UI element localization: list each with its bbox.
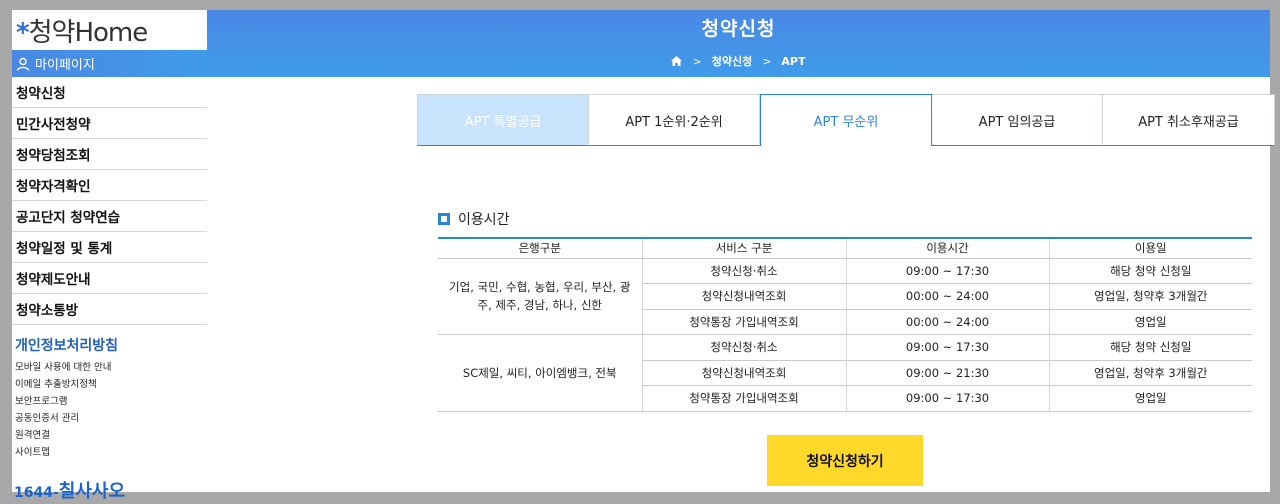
privacy-policy-link[interactable]: 개인정보처리방침 xyxy=(15,335,118,355)
day-cell: 영업일, 청약후 3개월간 xyxy=(1048,283,1252,310)
table-row: SC제일, 씨티, 아이엠뱅크, 전북 청약신청·취소 09:00 ~ 17:3… xyxy=(438,334,1252,412)
service-cell: 청약통장 가입내역조회 xyxy=(641,309,846,335)
time-cell: 09:00 ~ 17:30 xyxy=(845,334,1049,361)
day-cell: 영업일 xyxy=(1048,309,1252,335)
day-cell: 해당 청약 신청일 xyxy=(1048,334,1252,361)
service-cell: 청약신청내역조회 xyxy=(641,283,846,310)
table-header-row: 은행구분 서비스 구분 이용시간 이용일 xyxy=(438,237,1252,259)
day-cell: 영업일 xyxy=(1048,385,1252,412)
logo-text: 약Home xyxy=(51,17,149,48)
service-cell: 청약신청·취소 xyxy=(641,258,846,284)
sidebar-item-community[interactable]: 청약소통방 xyxy=(12,294,207,325)
section-title: 이용시간 xyxy=(458,212,510,228)
phone-number: 1644-칠사사오 xyxy=(14,477,125,503)
logo-prefix: 청 xyxy=(28,17,53,48)
chevron-right-icon: > xyxy=(762,54,772,68)
time-cell: 09:00 ~ 17:30 xyxy=(845,258,1049,284)
sidebar-item-pre-apply[interactable]: 민간사전청약 xyxy=(12,108,207,139)
link-email-policy[interactable]: 이메일 추출방지정책 xyxy=(15,376,111,393)
col-header-bank: 은행구분 xyxy=(438,237,642,259)
col-header-day: 이용일 xyxy=(1048,237,1252,259)
table-row: 기업, 국민, 수협, 농협, 우리, 부산, 광주, 제주, 경남, 하나, … xyxy=(438,258,1252,335)
chevron-right-icon: > xyxy=(692,54,702,68)
phone-prefix: 1644- xyxy=(14,485,59,501)
link-mobile-guide[interactable]: 모바일 사용에 대한 안내 xyxy=(15,359,111,376)
breadcrumb-item-apply[interactable]: 청약신청 xyxy=(712,53,752,69)
time-cell: 00:00 ~ 24:00 xyxy=(845,283,1049,310)
link-remote[interactable]: 원격연결 xyxy=(15,427,111,444)
frame-right xyxy=(1270,0,1280,504)
sidebar-item-winner[interactable]: 청약당첨조회 xyxy=(12,139,207,170)
tab-no-rank[interactable]: APT 무순위 xyxy=(760,94,932,146)
day-cell: 영업일, 청약후 3개월간 xyxy=(1048,360,1252,386)
phone-main: 칠사사오 xyxy=(58,481,126,502)
sidebar-item-schedule[interactable]: 청약일정 및 통계 xyxy=(12,232,207,263)
tab-special-supply[interactable]: APT 특별공급 xyxy=(417,94,589,146)
service-cell: 청약통장 가입내역조회 xyxy=(641,385,846,412)
frame-bottom xyxy=(0,492,1280,504)
service-cell: 청약신청·취소 xyxy=(641,334,846,361)
sidebar-item-eligibility[interactable]: 청약자격확인 xyxy=(12,170,207,201)
service-cell: 청약신청내역조회 xyxy=(641,360,846,386)
apply-button[interactable]: 청약신청하기 xyxy=(767,435,923,486)
page-title: 청약신청 xyxy=(701,18,776,40)
sidebar-menu: 청약신청 민간사전청약 청약당첨조회 청약자격확인 공고단지 청약연습 청약일정… xyxy=(12,77,207,325)
square-bullet-icon xyxy=(438,213,450,225)
time-cell: 09:00 ~ 21:30 xyxy=(845,360,1049,386)
mypage-link[interactable]: 마이페이지 xyxy=(12,50,207,77)
bank-group-cell: 기업, 국민, 수협, 농협, 우리, 부산, 광주, 제주, 경남, 하나, … xyxy=(438,258,642,335)
logo-star: * xyxy=(16,17,30,48)
link-sitemap[interactable]: 사이트맵 xyxy=(15,444,111,461)
service-hours-table: 은행구분 서비스 구분 이용시간 이용일 기업, 국민, 수협, 농협, 우리,… xyxy=(438,237,1252,412)
day-cell: 해당 청약 신청일 xyxy=(1048,258,1252,284)
mypage-label: 마이페이지 xyxy=(35,58,95,73)
tab-first-second-rank[interactable]: APT 1순위·2순위 xyxy=(589,94,760,146)
frame-top xyxy=(0,0,1280,10)
col-header-time: 이용시간 xyxy=(845,237,1049,259)
sidebar-item-practice[interactable]: 공고단지 청약연습 xyxy=(12,201,207,232)
time-cell: 00:00 ~ 24:00 xyxy=(845,309,1049,335)
col-header-service: 서비스 구분 xyxy=(641,237,846,259)
sidebar-item-apply[interactable]: 청약신청 xyxy=(12,77,207,108)
section-header: 이용시간 xyxy=(438,209,510,229)
breadcrumb: > 청약신청 > APT xyxy=(207,53,1270,69)
frame-left xyxy=(0,0,12,504)
footer-links: 모바일 사용에 대한 안내 이메일 추출방지정책 보안프로그램 공동인증서 관리… xyxy=(15,359,111,461)
link-certificate[interactable]: 공동인증서 관리 xyxy=(15,410,111,427)
user-icon xyxy=(16,57,30,71)
breadcrumb-item-apt[interactable]: APT xyxy=(781,55,805,68)
home-icon[interactable] xyxy=(671,56,683,66)
time-cell: 09:00 ~ 17:30 xyxy=(845,385,1049,412)
apt-tabs: APT 특별공급 APT 1순위·2순위 APT 무순위 APT 임의공급 AP… xyxy=(417,94,1275,146)
tab-resupply[interactable]: APT 취소후재공급 xyxy=(1103,94,1275,146)
site-logo[interactable]: *청약Home xyxy=(12,10,207,50)
page-hero: 청약신청 > 청약신청 > APT xyxy=(207,10,1270,77)
tab-optional-supply[interactable]: APT 임의공급 xyxy=(932,94,1103,146)
bank-group-cell: SC제일, 씨티, 아이엠뱅크, 전북 xyxy=(438,334,642,412)
sidebar-item-system[interactable]: 청약제도안내 xyxy=(12,263,207,294)
link-security-program[interactable]: 보안프로그램 xyxy=(15,393,111,410)
